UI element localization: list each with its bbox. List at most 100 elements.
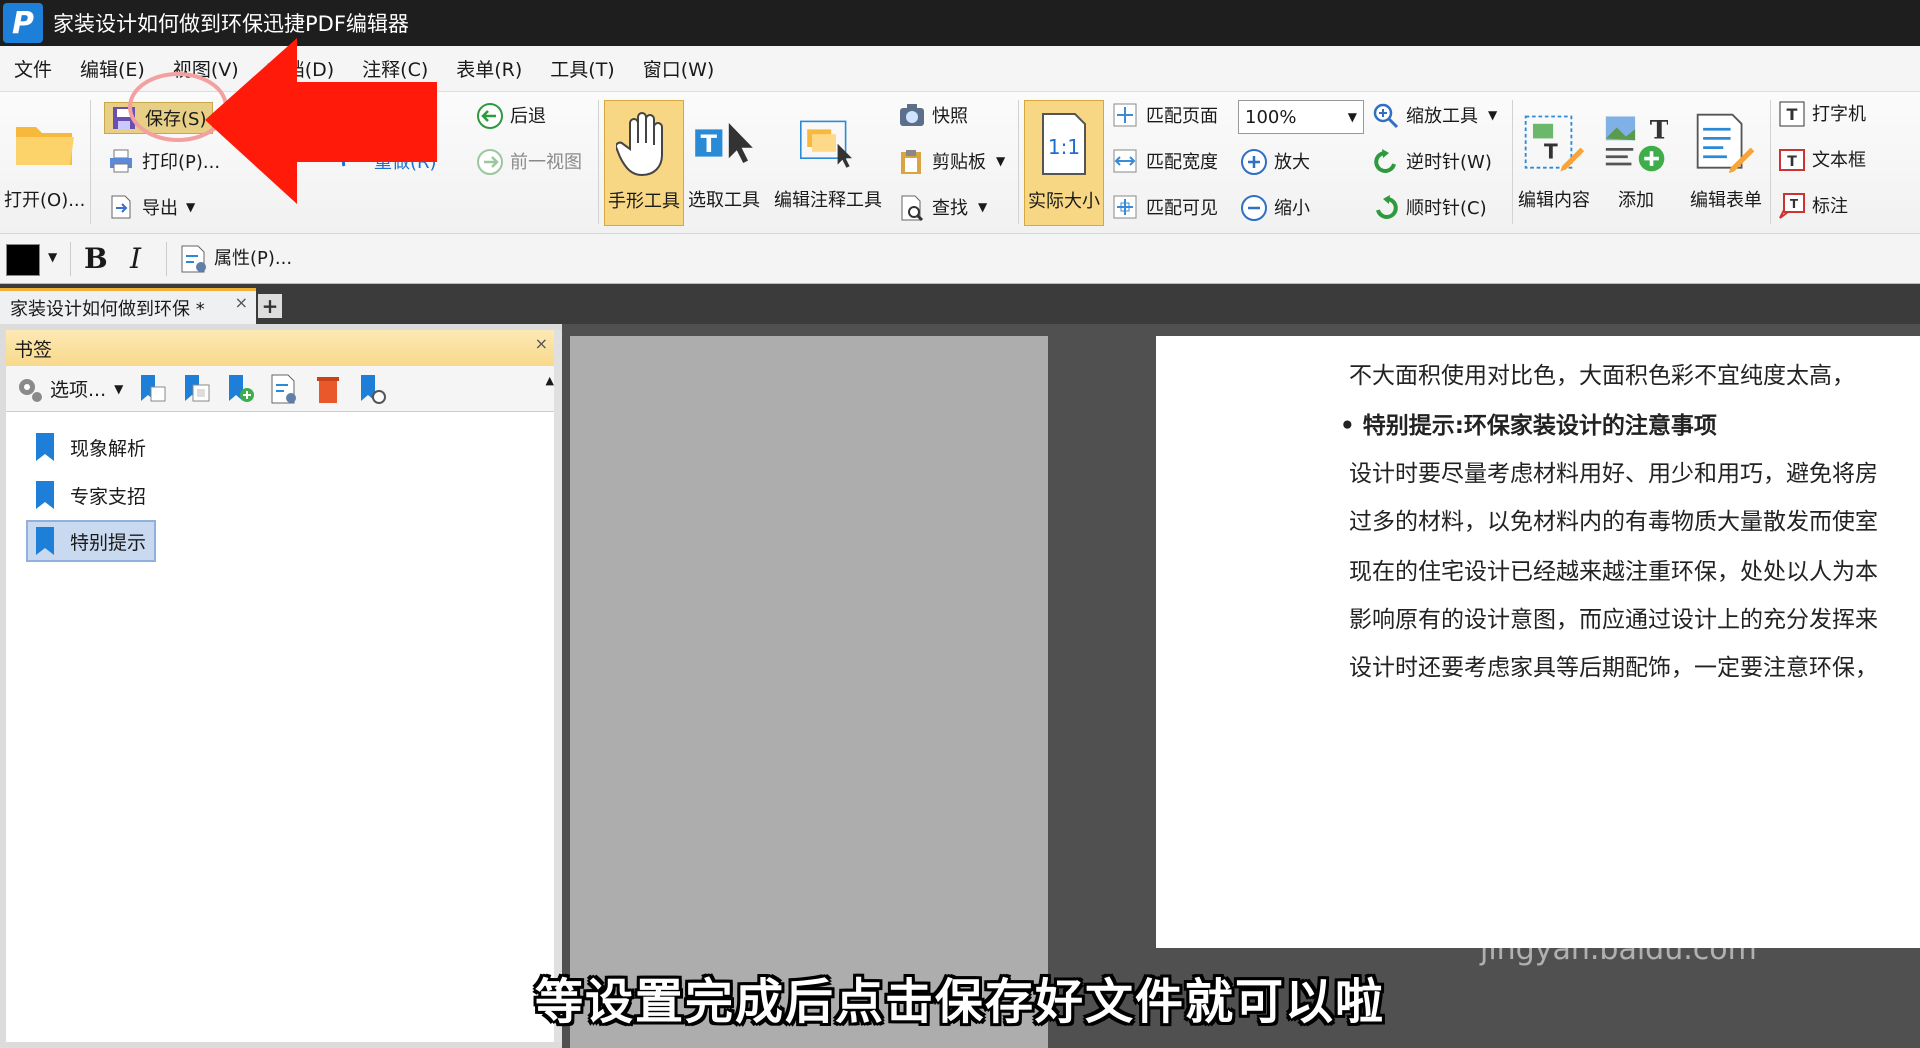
menu-form[interactable]: 表单(R) [456, 55, 522, 82]
bold-button[interactable]: B [84, 242, 108, 275]
add-button[interactable]: T 添加 [1604, 100, 1668, 212]
menu-file[interactable]: 文件 [14, 55, 52, 82]
menu-edit[interactable]: 编辑(E) [80, 55, 145, 82]
edit-content-icon: T [1522, 100, 1586, 186]
options-button[interactable]: 选项... [50, 375, 106, 402]
callout-icon: T [1778, 192, 1805, 219]
edit-annotation-tool-button[interactable]: 编辑注释工具 [774, 100, 882, 212]
expand-bookmark-icon[interactable] [357, 373, 387, 405]
printer-icon [108, 148, 134, 174]
document-tabstrip: 家装设计如何做到环保 * × + [0, 284, 1920, 324]
document-tab-label: 家装设计如何做到环保 * [10, 298, 205, 320]
open-label: 打开(O)... [4, 190, 86, 211]
bookmark-panel: 书签 × 选项... ▼ ▲ 现象解析 专家支招 特别提示 [0, 324, 562, 1048]
doc-text-line: 设计时还要考虑家具等后期配饰，一定要注意环保， [1349, 655, 1878, 681]
app-logo-icon: P [3, 3, 43, 43]
italic-button[interactable]: I [130, 242, 141, 275]
bookmark-icon [34, 525, 56, 557]
forward-arrow-icon [476, 148, 503, 175]
fit-visible-button[interactable]: 匹配可见 [1112, 194, 1218, 220]
bookmark-properties-icon[interactable] [269, 373, 299, 405]
export-button[interactable]: 导出 ▼ [108, 194, 195, 220]
doc-heading: • 特别提示:环保家装设计的注意事项 [1340, 413, 1717, 439]
find-button[interactable]: 查找 ▼ [898, 194, 987, 222]
rotate-ccw-button[interactable]: 逆时针(W) [1372, 148, 1492, 174]
edit-form-label: 编辑表单 [1690, 190, 1762, 211]
fit-visible-label: 匹配可见 [1146, 198, 1218, 219]
back-arrow-icon [476, 102, 503, 129]
textbox-button[interactable]: T 文本框 [1778, 146, 1866, 172]
bookmark-item-selected[interactable]: 特别提示 [26, 520, 157, 562]
rotate-cw-label: 顺时针(C) [1406, 198, 1487, 219]
doc-text-line: 不大面积使用对比色，大面积色彩不宜纯度太高， [1349, 363, 1855, 389]
typewriter-button[interactable]: T 打字机 [1778, 100, 1866, 127]
document-tab[interactable]: 家装设计如何做到环保 * × [0, 288, 256, 324]
bookmark-panel-title: 书签 [14, 338, 53, 361]
menu-tools[interactable]: 工具(T) [550, 55, 614, 82]
rotate-cw-icon [1372, 194, 1398, 220]
zoom-combo[interactable]: 100% ▼ [1238, 100, 1364, 134]
snapshot-button[interactable]: 快照 [898, 102, 968, 128]
edit-form-button[interactable]: 编辑表单 [1690, 100, 1762, 212]
typewriter-label: 打字机 [1812, 104, 1866, 125]
camera-icon [898, 102, 924, 128]
bookmark-panel-header: 书签 × [6, 330, 556, 366]
svg-text:1:1: 1:1 [1048, 135, 1080, 159]
callout-button[interactable]: T 标注 [1778, 192, 1848, 219]
bookmark-item[interactable]: 专家支招 [28, 474, 154, 516]
actual-size-button[interactable]: 1:1 实际大小 [1024, 100, 1104, 226]
panel-scrollbar[interactable] [554, 330, 562, 1042]
export-icon [108, 194, 134, 220]
menu-window[interactable]: 窗口(W) [643, 55, 715, 82]
typewriter-icon: T [1778, 100, 1805, 127]
chevron-down-icon: ▼ [186, 200, 196, 214]
chevron-down-icon: ▼ [1488, 108, 1498, 122]
close-icon[interactable]: × [235, 293, 248, 312]
bookmark-item[interactable]: 现象解析 [28, 426, 154, 468]
chevron-down-icon[interactable]: ▼ [48, 250, 57, 264]
zoom-out-icon [1240, 194, 1267, 221]
gear-icon[interactable] [14, 374, 44, 404]
doc-text-line: 现在的住宅设计已经越来越注重环保，处处以人为本 [1349, 559, 1878, 585]
edit-form-icon [1694, 100, 1758, 186]
properties-button[interactable]: 属性(P)... [180, 244, 292, 273]
new-tab-button[interactable]: + [258, 294, 282, 318]
print-button[interactable]: 打印(P)... [108, 148, 220, 174]
zoom-in-button[interactable]: 放大 [1240, 148, 1310, 175]
rotate-ccw-icon [1372, 148, 1398, 174]
collapse-icon[interactable]: ▲ [546, 374, 554, 387]
annotation-edit-icon [796, 100, 860, 186]
actual-size-label: 实际大小 [1028, 191, 1100, 212]
zoom-tool-button[interactable]: 缩放工具 ▼ [1372, 102, 1498, 129]
rotate-ccw-label: 逆时针(W) [1406, 152, 1492, 173]
watermark-brand: Baidu经验 [1470, 855, 1818, 929]
fit-page-label: 匹配页面 [1146, 106, 1218, 127]
zoom-value: 100% [1245, 106, 1297, 128]
zoom-tool-label: 缩放工具 [1406, 106, 1478, 127]
select-tool-label: 选取工具 [688, 190, 760, 211]
prev-view-button[interactable]: 前一视图 [476, 148, 582, 175]
close-icon[interactable]: × [535, 334, 548, 353]
rotate-cw-button[interactable]: 顺时针(C) [1372, 194, 1487, 220]
fit-width-button[interactable]: 匹配宽度 [1112, 148, 1218, 174]
add-bookmark-icon[interactable] [137, 373, 167, 405]
chevron-down-icon: ▼ [996, 154, 1006, 168]
bookmark-toolbar: 选项... ▼ ▲ [6, 366, 556, 412]
chevron-down-icon[interactable]: ▼ [114, 382, 123, 396]
svg-text:T: T [1650, 115, 1668, 145]
edit-content-button[interactable]: T 编辑内容 [1518, 100, 1590, 212]
text-select-icon: T [692, 100, 756, 186]
color-swatch[interactable] [6, 244, 40, 276]
fit-page-button[interactable]: 匹配页面 [1112, 102, 1218, 128]
fit-page-icon [1112, 102, 1138, 128]
trash-icon[interactable] [313, 373, 343, 405]
back-button[interactable]: 后退 [476, 102, 546, 129]
hand-tool-button[interactable]: 手形工具 [604, 100, 684, 226]
new-bookmark-icon[interactable] [225, 373, 255, 405]
zoom-out-button[interactable]: 缩小 [1240, 194, 1310, 221]
clipboard-button[interactable]: 剪贴板 ▼ [898, 148, 1005, 174]
add-child-bookmark-icon[interactable] [181, 373, 211, 405]
open-button[interactable]: 打开(O)... [4, 100, 85, 212]
select-tool-button[interactable]: T 选取工具 [688, 100, 760, 212]
doc-text-line: 过多的材料，以免材料内的有毒物质大量散发而使室 [1349, 509, 1878, 535]
